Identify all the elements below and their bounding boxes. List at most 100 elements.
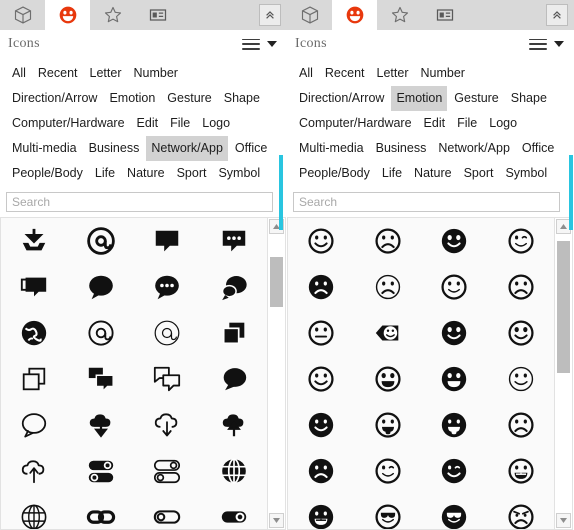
icon-cell[interactable] [421, 448, 488, 494]
icon-cell[interactable] [355, 356, 422, 402]
icon-cell[interactable] [421, 264, 488, 310]
icon-cell[interactable] [201, 310, 268, 356]
icon-cell[interactable] [288, 448, 355, 494]
category-people-body[interactable]: People/Body [7, 161, 88, 186]
icon-cell[interactable] [288, 218, 355, 264]
icon-cell[interactable] [1, 356, 68, 402]
icon-cell[interactable] [488, 402, 555, 448]
icon-cell[interactable] [68, 310, 135, 356]
category-direction-arrow[interactable]: Direction/Arrow [7, 86, 102, 111]
collapse-panel-button[interactable] [259, 4, 281, 26]
category-computer-hardware[interactable]: Computer/Hardware [7, 111, 130, 136]
icon-cell[interactable] [201, 494, 268, 529]
icon-cell[interactable] [1, 402, 68, 448]
icon-cell[interactable] [134, 310, 201, 356]
icon-cell[interactable] [288, 310, 355, 356]
icon-cell[interactable] [1, 448, 68, 494]
category-number[interactable]: Number [415, 61, 469, 86]
category-logo[interactable]: Logo [197, 111, 235, 136]
category-direction-arrow[interactable]: Direction/Arrow [294, 86, 389, 111]
category-office[interactable]: Office [230, 136, 272, 161]
icon-cell[interactable] [355, 218, 422, 264]
icon-cell[interactable] [134, 356, 201, 402]
scroll-down-button[interactable] [269, 513, 284, 528]
icon-cell[interactable] [288, 264, 355, 310]
icon-cell[interactable] [421, 310, 488, 356]
category-recent[interactable]: Recent [33, 61, 83, 86]
icon-cell[interactable] [488, 310, 555, 356]
favorites-tab[interactable] [90, 0, 135, 30]
category-edit[interactable]: Edit [419, 111, 451, 136]
category-emotion[interactable]: Emotion [104, 86, 160, 111]
category-gesture[interactable]: Gesture [449, 86, 503, 111]
icon-cell[interactable] [201, 448, 268, 494]
icon-cell[interactable] [355, 264, 422, 310]
collapse-panel-button[interactable] [546, 4, 568, 26]
icon-cell[interactable] [488, 264, 555, 310]
category-office[interactable]: Office [517, 136, 559, 161]
icon-cell[interactable] [421, 356, 488, 402]
icon-cell[interactable] [201, 356, 268, 402]
chevron-down-icon[interactable] [554, 41, 564, 47]
search-input[interactable] [293, 192, 560, 212]
category-symbol[interactable]: Symbol [500, 161, 552, 186]
category-computer-hardware[interactable]: Computer/Hardware [294, 111, 417, 136]
icon-cell[interactable] [355, 448, 422, 494]
category-emotion[interactable]: Emotion [391, 86, 448, 111]
icon-cell[interactable] [488, 448, 555, 494]
icons-tab[interactable] [45, 0, 90, 30]
icon-cell[interactable] [421, 218, 488, 264]
icon-cell[interactable] [201, 264, 268, 310]
left-scrollbar[interactable] [267, 217, 286, 530]
category-number[interactable]: Number [128, 61, 182, 86]
chevron-down-icon[interactable] [267, 41, 277, 47]
category-symbol[interactable]: Symbol [213, 161, 265, 186]
icon-cell[interactable] [134, 494, 201, 529]
cards-tab[interactable] [422, 0, 467, 30]
icon-cell[interactable] [355, 494, 422, 529]
icon-cell[interactable] [134, 402, 201, 448]
icon-cell[interactable] [355, 310, 422, 356]
shapes-3d-tab[interactable] [287, 0, 332, 30]
category-file[interactable]: File [165, 111, 195, 136]
category-life[interactable]: Life [377, 161, 407, 186]
scroll-thumb[interactable] [270, 257, 283, 308]
icon-cell[interactable] [355, 402, 422, 448]
icon-cell[interactable] [288, 356, 355, 402]
category-shape[interactable]: Shape [506, 86, 552, 111]
category-nature[interactable]: Nature [409, 161, 457, 186]
hamburger-menu-icon[interactable] [242, 38, 260, 50]
icon-cell[interactable] [288, 402, 355, 448]
scroll-track[interactable] [270, 235, 283, 512]
category-nature[interactable]: Nature [122, 161, 170, 186]
icons-tab[interactable] [332, 0, 377, 30]
icon-cell[interactable] [68, 356, 135, 402]
icon-cell[interactable] [68, 494, 135, 529]
category-letter[interactable]: Letter [372, 61, 414, 86]
icon-cell[interactable] [1, 494, 68, 529]
icon-cell[interactable] [488, 494, 555, 529]
icon-cell[interactable] [134, 264, 201, 310]
icon-cell[interactable] [134, 218, 201, 264]
icon-cell[interactable] [134, 448, 201, 494]
icon-cell[interactable] [421, 494, 488, 529]
scroll-down-button[interactable] [556, 513, 571, 528]
icon-cell[interactable] [68, 402, 135, 448]
icon-cell[interactable] [488, 218, 555, 264]
category-edit[interactable]: Edit [132, 111, 164, 136]
category-network-app[interactable]: Network/App [433, 136, 515, 161]
scroll-thumb[interactable] [557, 240, 570, 374]
category-file[interactable]: File [452, 111, 482, 136]
icon-cell[interactable] [421, 402, 488, 448]
category-multi-media[interactable]: Multi-media [7, 136, 82, 161]
icon-cell[interactable] [1, 310, 68, 356]
icon-cell[interactable] [201, 218, 268, 264]
category-business[interactable]: Business [84, 136, 145, 161]
icon-cell[interactable] [68, 218, 135, 264]
category-letter[interactable]: Letter [85, 61, 127, 86]
icon-cell[interactable] [488, 356, 555, 402]
search-input[interactable] [6, 192, 273, 212]
favorites-tab[interactable] [377, 0, 422, 30]
category-network-app[interactable]: Network/App [146, 136, 228, 161]
category-business[interactable]: Business [371, 136, 432, 161]
